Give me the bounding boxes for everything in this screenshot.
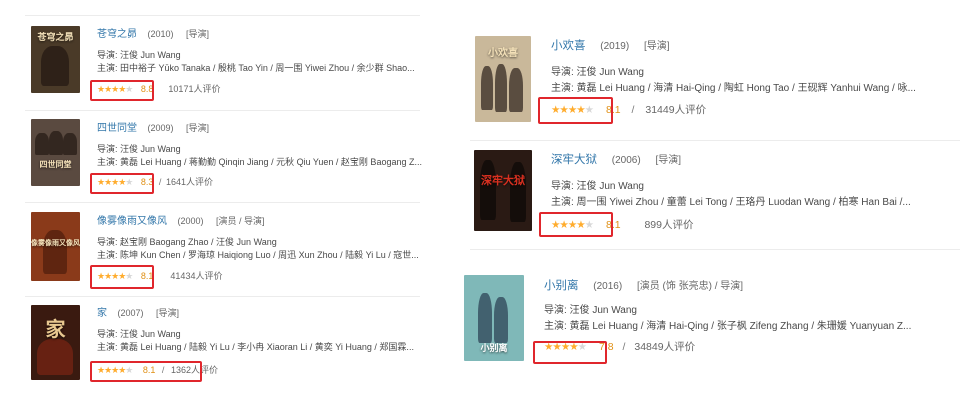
divider — [25, 110, 420, 111]
poster-image[interactable]: 像雾像雨又像风 — [31, 212, 80, 281]
cast-line: 主演: 黄磊 Lei Huang / 蒋勤勤 Qinqin Jiang / 元秋… — [97, 157, 422, 167]
roles: [导演] — [655, 155, 682, 166]
poster-image[interactable]: 家 — [31, 305, 80, 380]
poster-image[interactable]: 四世同堂 — [31, 119, 80, 186]
highlight-box — [90, 361, 202, 382]
highlight-box — [538, 97, 613, 124]
roles: [导演] — [186, 29, 210, 39]
divider — [25, 202, 420, 203]
movie-title[interactable]: 小欢喜 — [551, 38, 586, 54]
year: (2007) — [117, 308, 144, 318]
divider — [470, 140, 960, 141]
director-line: 导演: 汪俊 Jun Wang — [551, 181, 644, 192]
highlight-box — [539, 212, 613, 237]
rating-count: 34849人评价 — [634, 341, 696, 353]
rating-count: 10171人评价 — [168, 84, 221, 94]
year: (2016) — [593, 281, 623, 292]
movie-title[interactable]: 深牢大狱 — [551, 152, 597, 168]
cast-line: 主演: 黄磊 Lei Huang / 海清 Hai-Qing / 陶虹 Hong… — [551, 83, 916, 94]
separator: / — [631, 104, 635, 116]
rating-row: ★★★★★ 8.1 899人评价 — [551, 217, 971, 233]
rating-count: 41434人评价 — [170, 271, 223, 281]
rating-count: 899人评价 — [644, 219, 694, 231]
poster-image[interactable]: 小欢喜 — [475, 36, 531, 122]
director-line: 导演: 汪俊 Jun Wang — [97, 329, 181, 339]
roles: [导演] — [186, 123, 210, 133]
year: (2000) — [177, 216, 204, 226]
director-line: 导演: 汪俊 Jun Wang — [544, 305, 637, 316]
cast-line: 主演: 黄磊 Lei Huang / 陆毅 Yi Lu / 李小冉 Xiaora… — [97, 342, 414, 352]
roles: [导演] — [643, 41, 670, 52]
roles: [导演] — [156, 308, 180, 318]
highlight-box — [90, 173, 154, 194]
year: (2010) — [147, 29, 174, 39]
roles: [演员 / 导演] — [216, 216, 265, 226]
left-results-column: 苍穹之昴 苍穹之昴 (2010) [导演] 导演: 汪俊 Jun Wang 主演… — [0, 0, 440, 414]
year: (2019) — [600, 41, 630, 52]
director-line: 导演: 汪俊 Jun Wang — [97, 50, 181, 60]
cast-line: 主演: 黄磊 Lei Huang / 海清 Hai-Qing / 张子枫 Zif… — [544, 321, 912, 332]
highlight-box — [90, 265, 154, 289]
poster-image[interactable]: 小别离 — [464, 275, 524, 361]
highlight-box — [90, 80, 154, 101]
divider — [470, 249, 960, 250]
cast-line: 主演: 田中裕子 Yūko Tanaka / 殷桃 Tao Yin / 周一围 … — [97, 63, 415, 73]
cast-line: 主演: 周一围 Yiwei Zhou / 童蕾 Lei Tong / 王珞丹 L… — [551, 197, 911, 208]
director-line: 导演: 汪俊 Jun Wang — [97, 144, 181, 154]
divider — [25, 15, 420, 16]
rating-count: 1641人评价 — [165, 177, 213, 187]
director-line: 导演: 赵宝刚 Baogang Zhao / 汪俊 Jun Wang — [97, 237, 277, 247]
divider — [25, 296, 420, 297]
separator: / — [622, 341, 626, 353]
separator: / — [158, 177, 162, 187]
roles: [演员 (饰 张亮忠) / 导演] — [636, 281, 744, 292]
poster-image[interactable]: 深牢大狱 — [474, 150, 532, 231]
movie-title[interactable]: 四世同堂 — [97, 122, 137, 135]
year: (2009) — [147, 123, 174, 133]
rating-row: ★★★★★ 7.8 / 34849人评价 — [544, 339, 974, 355]
highlight-box — [533, 341, 607, 364]
movie-title[interactable]: 苍穹之昴 — [97, 28, 137, 41]
rating-count: 31449人评价 — [645, 104, 707, 116]
rating-row: ★★★★★ 8.1 / 31449人评价 — [551, 102, 971, 118]
movie-title[interactable]: 小别离 — [544, 278, 579, 294]
cast-line: 主演: 陈坤 Kun Chen / 罗海琼 Haiqiong Luo / 周迅 … — [97, 250, 419, 260]
movie-title[interactable]: 家 — [97, 307, 107, 320]
year: (2006) — [611, 155, 641, 166]
right-results-column: 小欢喜 小欢喜 (2019) [导演] 导演: 汪俊 Jun Wang 主演: … — [440, 0, 979, 414]
movie-title[interactable]: 像雾像雨又像风 — [97, 215, 167, 228]
poster-image[interactable]: 苍穹之昴 — [31, 26, 80, 93]
director-line: 导演: 汪俊 Jun Wang — [551, 67, 644, 78]
